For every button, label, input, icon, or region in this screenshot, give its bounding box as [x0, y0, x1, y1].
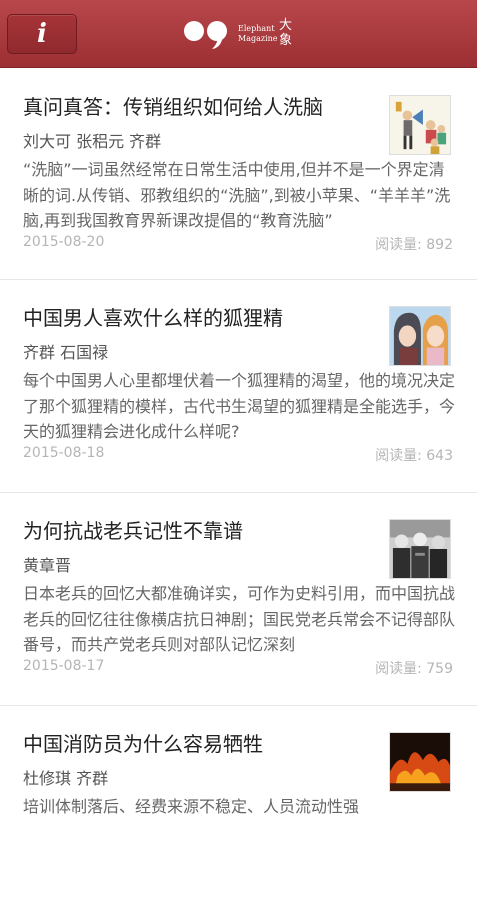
article-item[interactable]: 为何抗战老兵记性不靠谱 黄章晋 日本老兵的回忆大都准确详实，可作为史料引用，而中…	[0, 493, 477, 706]
article-title: 为何抗战老兵记性不靠谱	[23, 519, 243, 543]
article-authors: 杜修琪 齐群	[23, 769, 109, 788]
article-item[interactable]: 中国男人喜欢什么样的狐狸精 齐群 石国禄 每个中国男人心里都埋伏着一个狐狸精的渴…	[0, 280, 477, 493]
logo-chinese-text: 大象	[279, 18, 293, 48]
article-item[interactable]: 真问真答：传销组织如何给人洗脑 刘大可 张稆元 齐群 “洗脑”一词虽然经常在日常…	[0, 69, 477, 280]
article-title: 中国男人喜欢什么样的狐狸精	[23, 306, 283, 330]
article-summary: “洗脑”一词虽然经常在日常生活中使用,但并不是一个界定清晰的词.从传销、邪教组织…	[23, 160, 451, 230]
article-item[interactable]: 中国消防员为什么容易牺牲 杜修琪 齐群 培训体制落后、经费来源不稳定、人员流动性…	[0, 706, 477, 919]
elephant-magazine-logo: Elephant Magazine 大象	[183, 14, 298, 54]
quote-mark-logo-icon	[184, 21, 227, 49]
top-bar: i Elephant Magazine 大象	[0, 0, 477, 68]
logo-english-text: Elephant Magazine	[238, 24, 278, 43]
veterans-photo-thumbnail	[389, 519, 451, 579]
article-date: 2015-08-20	[23, 234, 105, 250]
article-title: 中国消防员为什么容易牺牲	[23, 732, 263, 756]
article-read-count: 阅读量: 759	[375, 661, 453, 677]
info-icon: i	[37, 19, 47, 49]
article-summary: 日本老兵的回忆大都准确详实，可作为史料引用，而中国抗战老兵的回忆往往像横店抗日神…	[23, 584, 455, 654]
article-authors: 黄章晋	[23, 556, 72, 575]
article-read-count: 阅读量: 643	[375, 448, 453, 464]
anime-characters-thumbnail	[389, 306, 451, 366]
article-date: 2015-08-17	[23, 658, 105, 674]
info-button[interactable]: i	[7, 14, 77, 54]
article-title: 真问真答：传销组织如何给人洗脑	[23, 95, 323, 119]
article-authors: 齐群 石国禄	[23, 343, 109, 362]
cartoon-megaphone-thumbnail	[389, 95, 451, 155]
article-date: 2015-08-18	[23, 445, 105, 461]
article-authors: 刘大可 张稆元 齐群	[23, 132, 162, 151]
article-summary: 每个中国男人心里都埋伏着一个狐狸精的渴望，他的境况决定了那个狐狸精的模样，古代书…	[23, 371, 455, 441]
fire-photo-thumbnail	[389, 732, 451, 792]
article-read-count: 阅读量: 892	[375, 237, 453, 253]
